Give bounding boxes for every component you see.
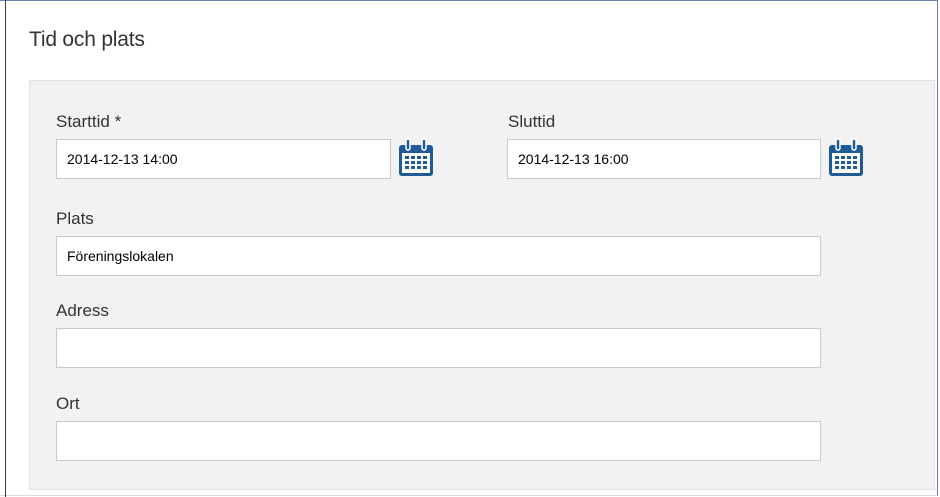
address-label: Adress [56, 301, 109, 320]
place-input[interactable] [56, 236, 821, 276]
section-title: Tid och plats [29, 28, 145, 51]
start-time-calendar-button[interactable] [397, 138, 435, 178]
start-time-label: Starttid * [56, 112, 122, 131]
calendar-icon [829, 138, 863, 176]
city-input[interactable] [56, 421, 821, 461]
calendar-icon [399, 138, 433, 176]
city-label: Ort [56, 394, 80, 413]
left-edge-divider [5, 0, 6, 497]
end-time-calendar-button[interactable] [827, 138, 865, 178]
end-time-label: Sluttid [508, 112, 556, 131]
place-label: Plats [56, 209, 94, 228]
start-time-input[interactable] [56, 139, 391, 179]
address-input[interactable] [56, 328, 821, 368]
end-time-input[interactable] [507, 139, 821, 179]
